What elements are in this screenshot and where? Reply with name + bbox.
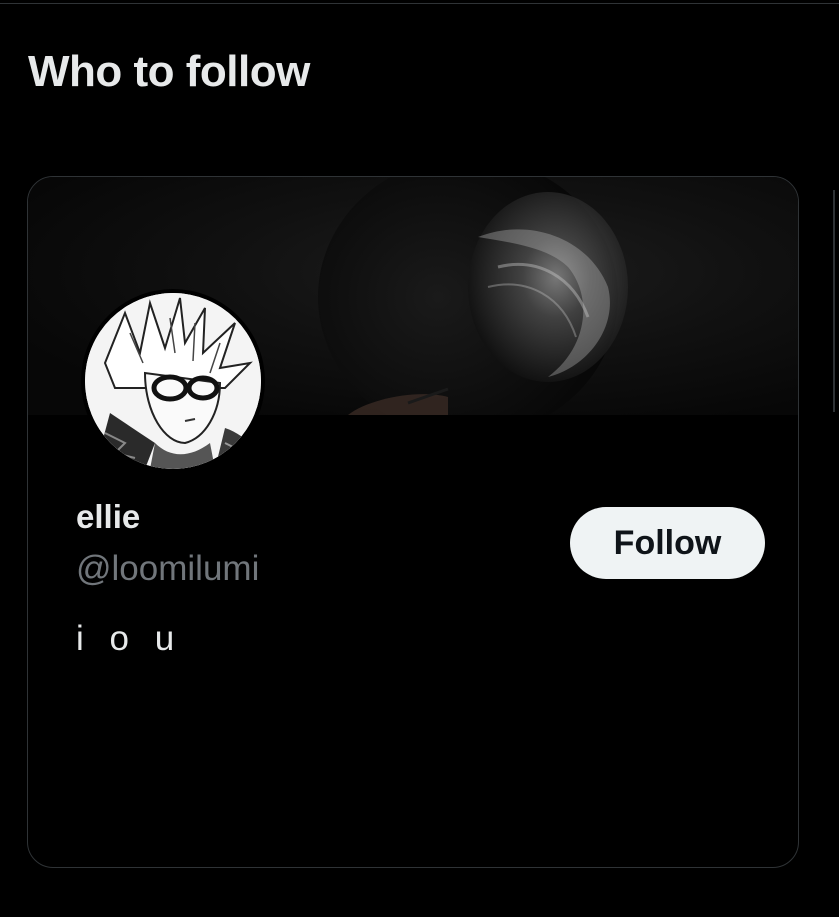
section-title: Who to follow: [28, 47, 310, 96]
top-divider: [0, 3, 839, 4]
display-name[interactable]: ellie: [76, 497, 140, 537]
who-to-follow-card[interactable]: ellie @loomilumi i o u Follow: [27, 176, 799, 868]
avatar-image: [85, 293, 261, 469]
user-bio: i o u: [76, 619, 183, 658]
next-card-edge: [833, 190, 835, 412]
avatar[interactable]: [81, 289, 265, 473]
user-handle[interactable]: @loomilumi: [76, 547, 259, 591]
follow-button[interactable]: Follow: [570, 507, 765, 579]
